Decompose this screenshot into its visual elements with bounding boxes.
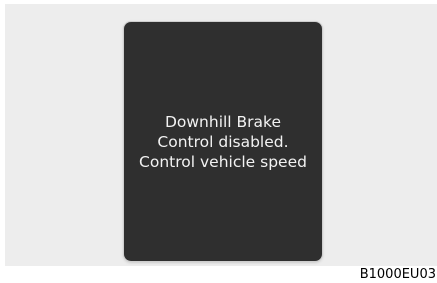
- cluster-display-screen: Downhill Brake Control disabled. Control…: [124, 22, 322, 261]
- warning-message: Downhill Brake Control disabled. Control…: [139, 112, 307, 172]
- warning-message-line-2: Control disabled.: [157, 132, 289, 151]
- warning-message-line-3: Control vehicle speed: [139, 152, 307, 171]
- warning-message-line-1: Downhill Brake: [164, 112, 282, 131]
- figure-code-label: B1000EU03: [359, 267, 436, 282]
